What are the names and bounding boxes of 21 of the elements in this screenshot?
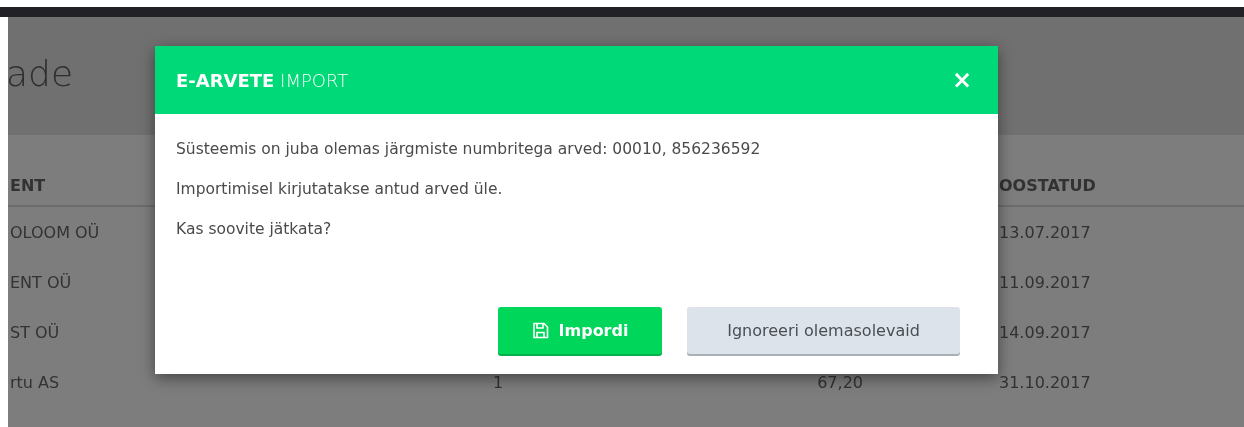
dialog-message: Kas soovite jätkata? <box>176 220 333 238</box>
dialog-message: Süsteemis on juba olemas järgmiste numbritega arved: 00010, 856236592 <box>176 140 762 158</box>
table-cell: 1 <box>493 372 504 392</box>
save-icon <box>531 322 549 339</box>
column-header: ENT <box>10 175 46 195</box>
ignore-button[interactable]: Ignoreeri olemasolevaid <box>687 307 960 354</box>
close-button[interactable]: × <box>947 66 976 94</box>
table-cell: 67,20 <box>817 372 863 392</box>
table-cell: 31.10.2017 <box>999 372 1091 392</box>
table-cell: 11.09.2017 <box>999 272 1091 292</box>
table-cell: ST OÜ <box>10 322 60 342</box>
import-button[interactable]: Impordi <box>498 307 662 354</box>
table-cell: 13.07.2017 <box>999 222 1091 242</box>
table-cell: OLOOM OÜ <box>10 222 100 242</box>
dialog-message: Importimisel kirjutatakse antud arved üle. <box>176 180 504 198</box>
page-title: ade <box>6 52 74 94</box>
dialog-title: E-ARVETE IMPORT <box>176 69 349 91</box>
table-cell: 14.09.2017 <box>999 322 1091 342</box>
table-cell: rtu AS <box>10 372 60 392</box>
table-cell: ENT OÜ <box>10 272 72 292</box>
column-header: OOSTATUD <box>999 175 1096 195</box>
